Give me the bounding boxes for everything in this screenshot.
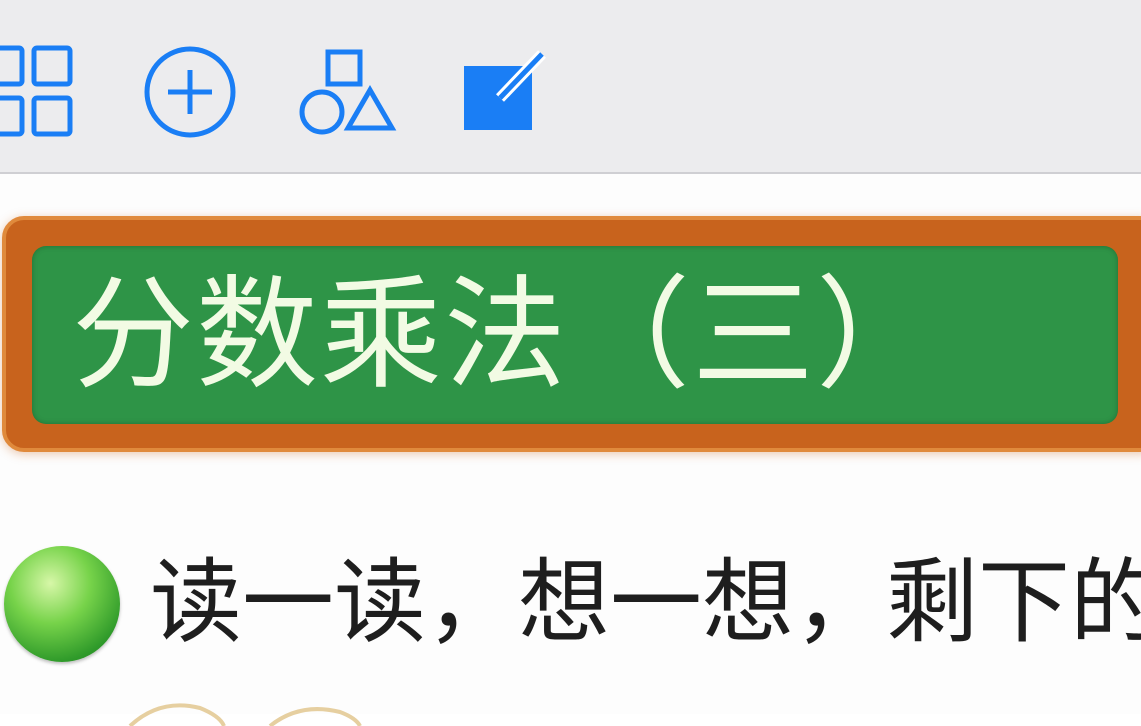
compose-icon[interactable] (454, 40, 558, 144)
title-board: 分数乘法（三） (2, 216, 1141, 452)
shapes-icon[interactable] (294, 40, 398, 144)
add-circle-icon[interactable] (138, 40, 242, 144)
grid-view-icon[interactable] (0, 40, 80, 144)
green-bullet-icon (4, 546, 120, 662)
lesson-page: 分数乘法（三） 读一读，想一想，剩下的 (0, 174, 1141, 726)
title-chalkboard: 分数乘法（三） (32, 246, 1118, 424)
lesson-title: 分数乘法（三） (72, 264, 940, 406)
partial-illustration (120, 696, 380, 726)
toolbar (0, 0, 1141, 174)
instruction-row: 读一读，想一想，剩下的 (0, 534, 1141, 674)
instruction-text: 读一读，想一想，剩下的 (150, 549, 1141, 656)
